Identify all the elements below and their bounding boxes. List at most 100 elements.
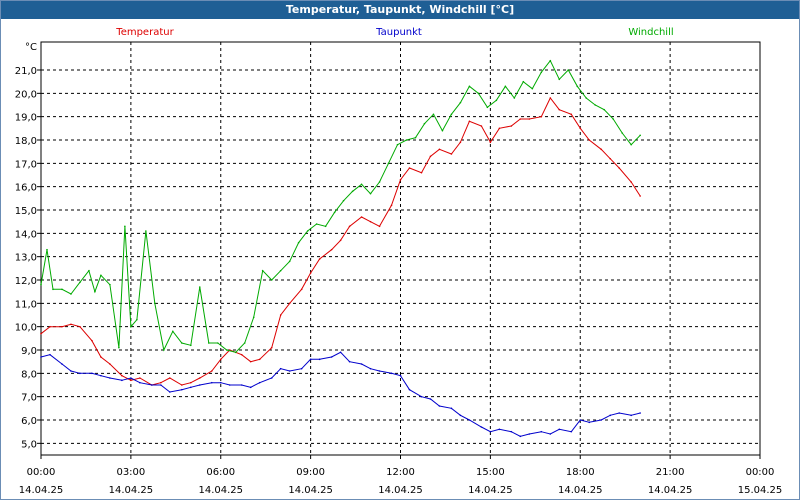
data-point-taupunkt	[369, 367, 372, 370]
y-tick-label: 11,0	[15, 299, 37, 310]
data-point-taupunkt	[139, 381, 141, 384]
data-point-taupunkt	[408, 388, 411, 391]
x-tick-label-time: 18:00	[566, 467, 595, 478]
data-point-temperatur	[378, 225, 381, 228]
data-point-temperatur	[40, 332, 42, 335]
data-point-temperatur	[139, 377, 141, 379]
x-tick-label-time: 09:00	[296, 467, 325, 478]
y-tick-label: 10,0	[15, 323, 37, 334]
data-point-windchill	[594, 104, 597, 106]
x-tick-label-time: 00:00	[746, 467, 775, 478]
data-point-taupunkt	[450, 407, 453, 410]
data-point-windchill	[181, 342, 183, 344]
data-point-taupunkt	[100, 374, 102, 377]
x-tick-label-date: 14.04.25	[19, 485, 64, 496]
data-point-temperatur	[408, 167, 411, 169]
data-point-taupunkt	[270, 377, 273, 379]
data-point-windchill	[378, 181, 381, 183]
data-point-taupunkt	[480, 426, 483, 428]
data-point-windchill	[40, 283, 42, 286]
x-tick-label-time: 21:00	[656, 467, 685, 478]
data-point-taupunkt	[309, 358, 312, 361]
data-point-windchill	[252, 316, 255, 319]
data-point-windchill	[369, 192, 372, 195]
data-point-taupunkt	[348, 360, 351, 363]
data-point-taupunkt	[558, 428, 561, 431]
data-point-windchill	[288, 260, 291, 263]
data-point-windchill	[243, 342, 246, 344]
y-tick-label: 5,0	[21, 439, 37, 450]
chart-window: Temperatur, Taupunkt, Windchill [°C] 5,0…	[0, 0, 800, 500]
data-point-windchill	[576, 85, 579, 88]
data-point-temperatur	[450, 153, 453, 155]
data-point-temperatur	[258, 358, 261, 361]
y-tick-label: 16,0	[15, 183, 37, 194]
data-point-temperatur	[528, 118, 531, 120]
data-point-temperatur	[558, 108, 561, 111]
data-point-temperatur	[189, 381, 192, 384]
data-point-temperatur	[540, 115, 543, 118]
data-point-temperatur	[339, 239, 342, 242]
data-point-temperatur	[70, 323, 72, 326]
y-axis-unit: °C	[25, 42, 37, 53]
data-point-windchill	[306, 230, 309, 232]
data-point-windchill	[459, 101, 462, 104]
data-point-temperatur	[300, 288, 303, 291]
data-point-taupunkt	[181, 388, 183, 391]
data-point-taupunkt	[279, 367, 282, 370]
y-tick-label: 13,0	[15, 253, 37, 264]
x-tick-label-time: 15:00	[476, 467, 505, 478]
x-tick-label-date: 14.04.25	[198, 485, 243, 496]
y-tick-label: 18,0	[15, 136, 37, 147]
data-point-windchill	[468, 85, 471, 88]
data-point-temperatur	[588, 139, 591, 141]
data-point-taupunkt	[249, 386, 252, 389]
data-point-windchill	[405, 139, 408, 141]
data-point-windchill	[261, 269, 264, 272]
data-point-windchill	[441, 129, 444, 132]
data-point-windchill	[136, 318, 138, 321]
data-point-temperatur	[79, 325, 81, 328]
data-point-taupunkt	[630, 414, 632, 417]
data-point-windchill	[351, 190, 354, 193]
data-point-windchill	[172, 330, 174, 333]
data-point-taupunkt	[240, 384, 243, 386]
data-point-temperatur	[91, 339, 93, 342]
data-point-taupunkt	[160, 384, 162, 386]
data-point-temperatur	[109, 363, 111, 365]
data-point-temperatur	[181, 384, 183, 386]
data-point-windchill	[279, 269, 282, 272]
data-point-windchill	[100, 274, 102, 277]
data-point-windchill	[46, 248, 48, 251]
data-point-windchill	[61, 288, 63, 291]
line-chart: 5,0 6,0 7,0 8,0 9,0 10,0 11,0 12,0 13,0 14,0 15,0 1…	[15, 27, 783, 496]
data-point-temperatur	[390, 204, 393, 207]
data-point-temperatur	[160, 381, 162, 384]
data-point-windchill	[630, 143, 632, 146]
series-line-taupunkt	[40, 351, 641, 437]
data-point-taupunkt	[609, 414, 612, 417]
data-point-taupunkt	[91, 372, 93, 375]
data-point-taupunkt	[618, 412, 620, 414]
data-point-taupunkt	[169, 391, 171, 393]
data-point-windchill	[423, 122, 426, 125]
data-point-windchill	[216, 342, 219, 344]
data-point-taupunkt	[399, 374, 402, 377]
data-point-windchill	[585, 97, 588, 99]
data-point-windchill	[198, 286, 201, 288]
data-point-temperatur	[609, 157, 612, 160]
x-tick-label-time: 00:00	[27, 467, 56, 478]
data-point-windchill	[324, 225, 327, 228]
data-point-temperatur	[399, 178, 402, 181]
data-point-temperatur	[249, 360, 252, 363]
y-tick-label: 9,0	[21, 346, 37, 357]
data-point-temperatur	[369, 220, 372, 223]
data-point-temperatur	[348, 225, 351, 228]
data-point-temperatur	[498, 127, 501, 130]
data-point-taupunkt	[468, 419, 471, 421]
chart-title: Temperatur, Taupunkt, Windchill [°C]	[1, 1, 799, 19]
data-point-windchill	[432, 113, 435, 116]
data-point-taupunkt	[258, 381, 261, 384]
data-point-windchill	[513, 97, 516, 99]
data-point-taupunkt	[130, 377, 132, 379]
